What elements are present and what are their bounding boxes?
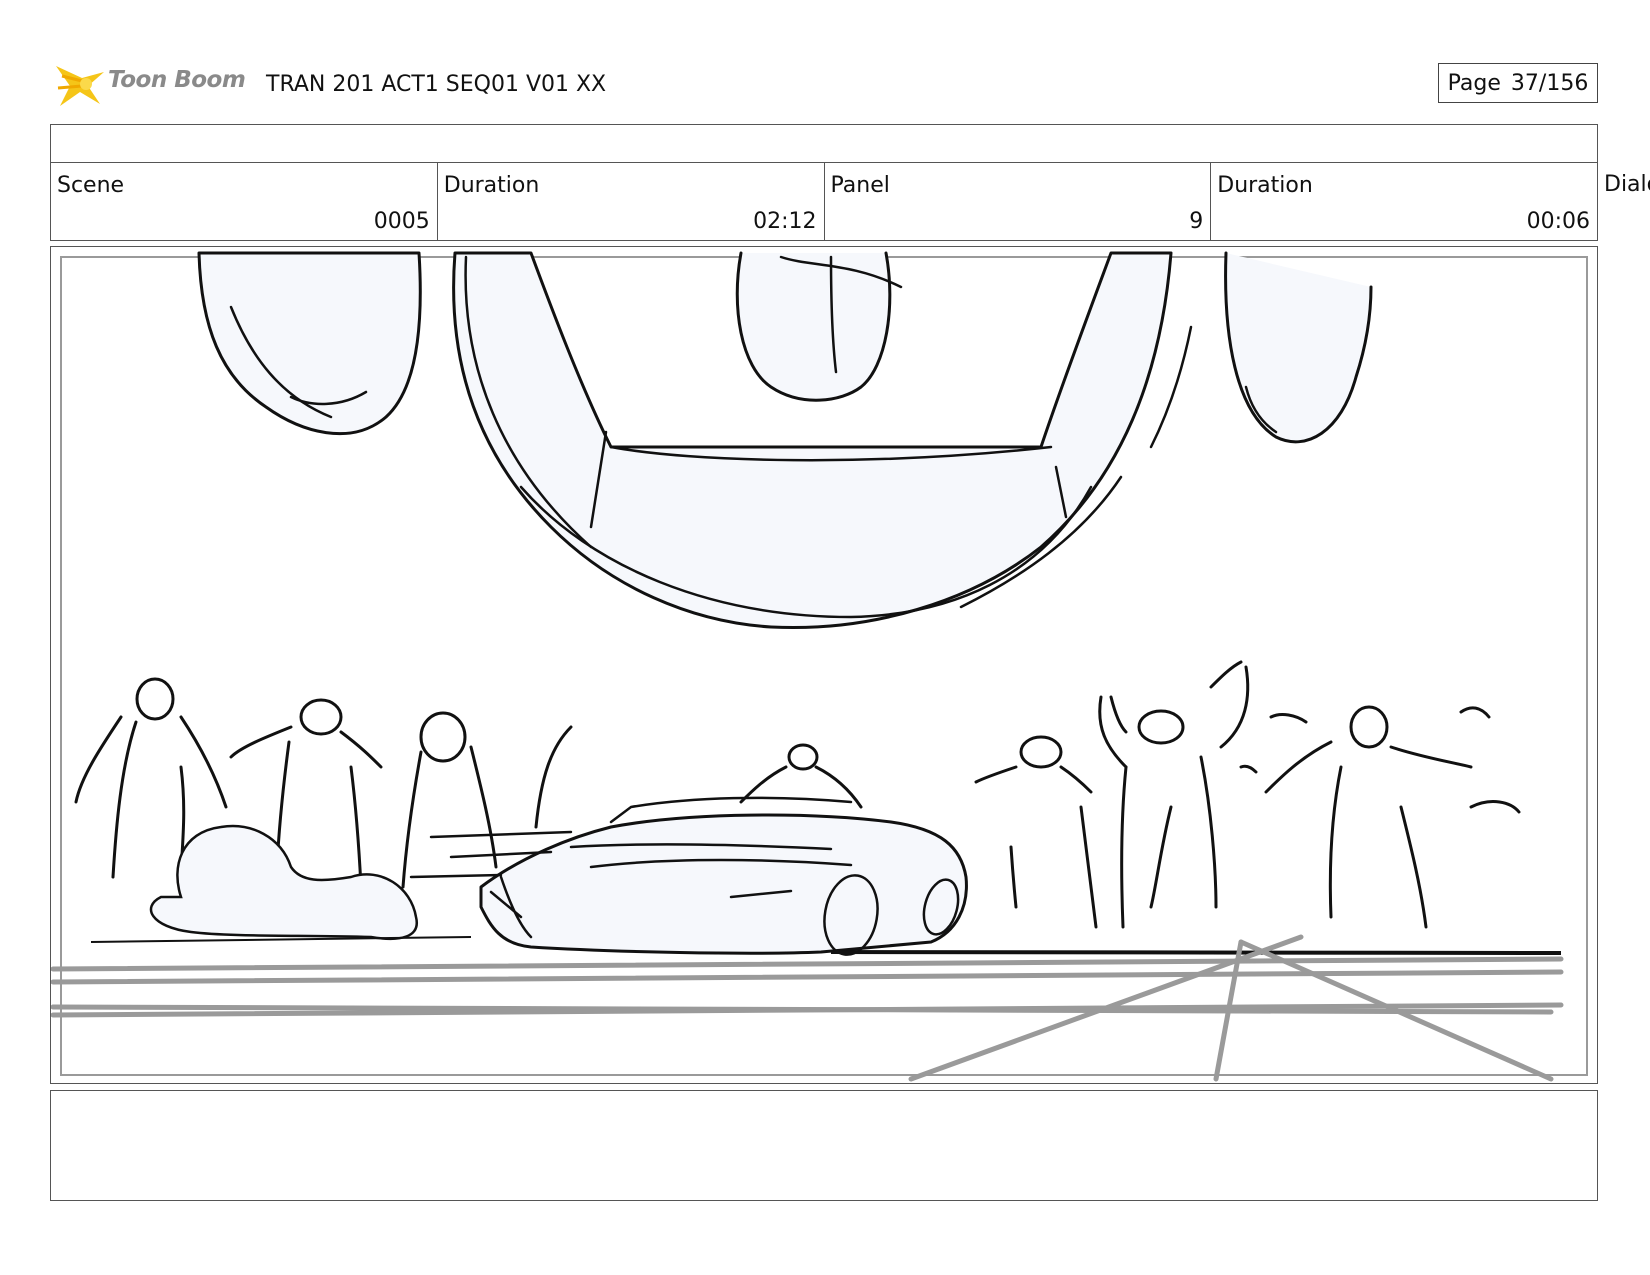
- panel-info-row: Scene 0005 Duration 02:12 Panel 9 Durati…: [50, 162, 1598, 241]
- scene-cell: Scene 0005: [51, 163, 438, 240]
- page-label: Page: [1447, 70, 1501, 96]
- scene-label: Scene: [57, 173, 125, 198]
- logo-text: Toon Boom: [108, 67, 246, 93]
- dialog-label: Dialog: [1604, 172, 1650, 197]
- scene-duration-value: 02:12: [753, 209, 817, 234]
- page-number: 37/156: [1510, 70, 1589, 96]
- panel-duration-value: 00:06: [1526, 209, 1590, 234]
- dust-cloud: [149, 824, 419, 941]
- toon-boom-logo: Toon Boom: [52, 58, 252, 110]
- header-bar: [50, 124, 1598, 163]
- panel-duration-cell: Duration 00:06: [1211, 163, 1597, 240]
- panel-label: Panel: [830, 173, 890, 198]
- panel-duration-label: Duration: [1217, 173, 1313, 198]
- page-indicator: Page 37/156: [1438, 63, 1598, 103]
- panel-value: 9: [1189, 209, 1204, 234]
- storyboard-sketch-icon: [51, 251, 1588, 1082]
- scene-value: 0005: [373, 209, 430, 234]
- document-title: TRAN 201 ACT1 SEQ01 V01 XX: [266, 72, 607, 97]
- scene-duration-cell: Duration 02:12: [438, 163, 825, 240]
- logo-star-icon: [56, 66, 104, 106]
- panel-notes-box: [50, 1090, 1598, 1201]
- scene-duration-label: Duration: [443, 173, 540, 198]
- panel-cell: Panel 9: [825, 163, 1212, 240]
- storyboard-panel: [50, 246, 1598, 1084]
